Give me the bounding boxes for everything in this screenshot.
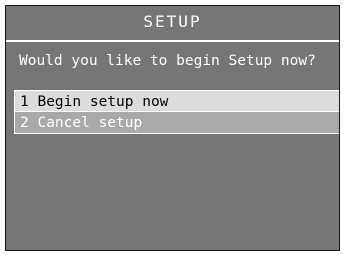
menu-option-cancel-setup[interactable]: 2 Cancel setup — [14, 112, 339, 134]
title-divider — [6, 40, 339, 42]
setup-screen: SETUP Would you like to begin Setup now?… — [5, 5, 340, 251]
setup-prompt: Would you like to begin Setup now? — [19, 53, 316, 69]
screen-title: SETUP — [143, 12, 202, 31]
menu-option-begin-setup[interactable]: 1 Begin setup now — [14, 90, 339, 112]
setup-menu: 1 Begin setup now 2 Cancel setup — [14, 90, 339, 134]
